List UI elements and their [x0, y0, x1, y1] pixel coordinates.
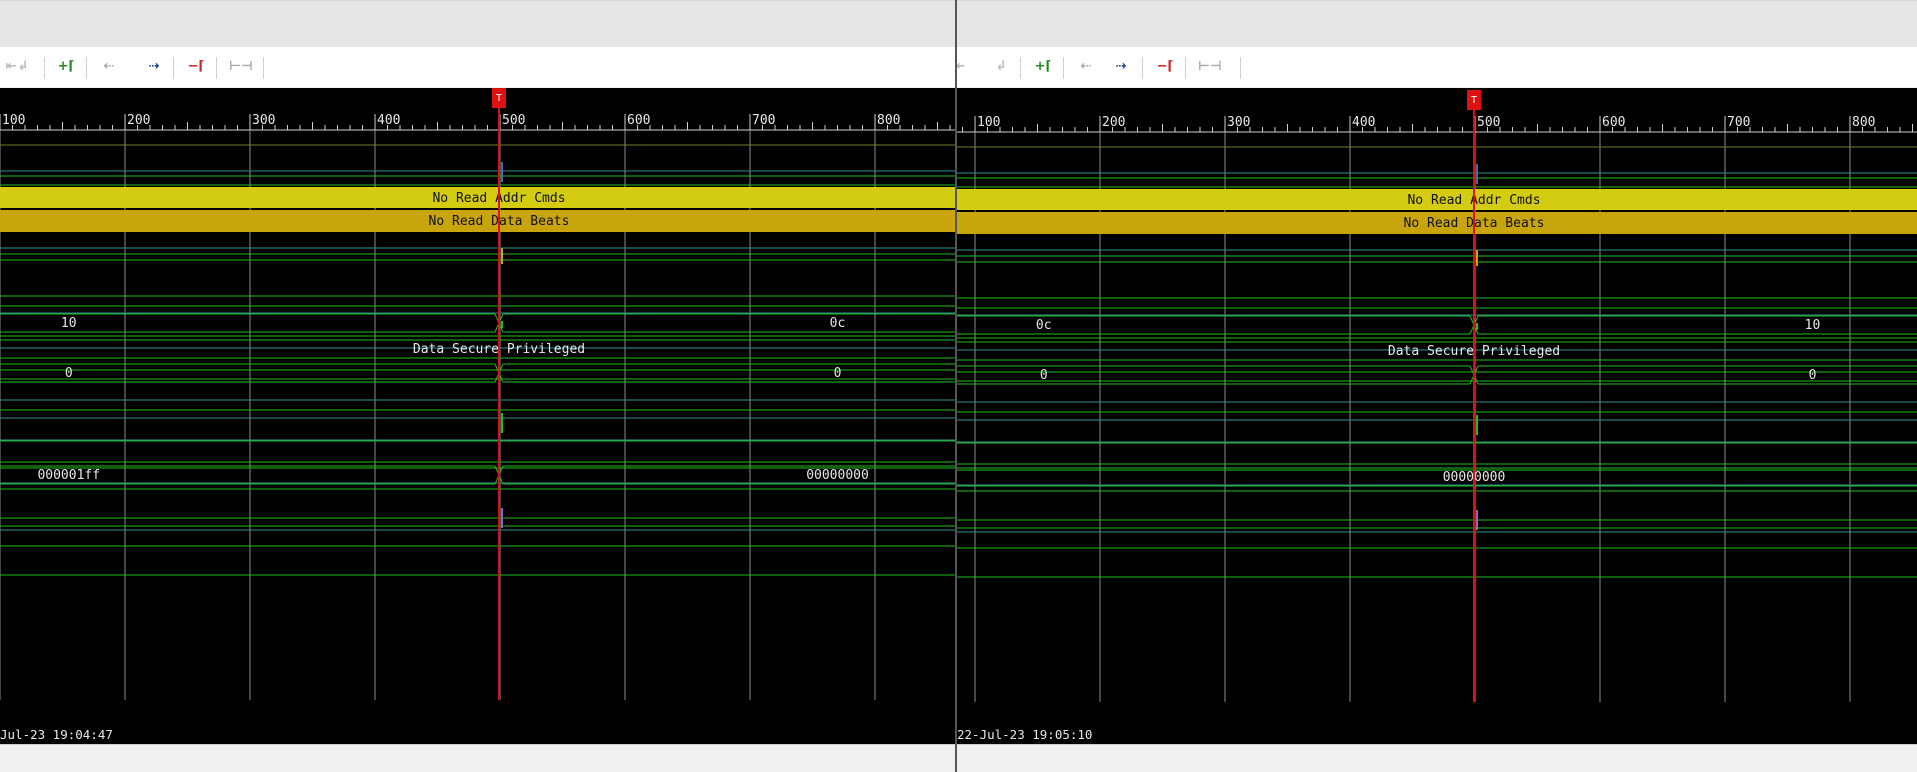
- ruler-label: 700: [1727, 115, 1750, 130]
- cursor-label: T: [496, 93, 502, 104]
- bus-value: 0c: [1036, 318, 1052, 333]
- waveform-canvas[interactable]: 100 200 300 400 500 600 700 800 No Read Addr Cmd…: [957, 88, 1917, 744]
- waveform-canvas[interactable]: 100 200 300 400 500 600 700 800 No Read Addr Cmd…: [0, 88, 955, 744]
- ruler-label: 700: [752, 113, 775, 128]
- toolbar: ⇤ ↲ +⌈ ⇠ ⇢ −⌈ ⊢⊣: [0, 47, 955, 87]
- step-back-icon[interactable]: ⇤: [957, 57, 971, 77]
- waveform-svg: 100 200 300 400 500 600 700 800No Read Addr Cmd…: [957, 90, 1917, 702]
- toolbar: ⇤ ↲ +⌈ ⇠ ⇢ −⌈ ⊢⊣: [957, 47, 1917, 87]
- bus-value: 10: [1805, 318, 1821, 333]
- add-marker-icon[interactable]: +⌈: [55, 57, 77, 77]
- ruler-label: 600: [1602, 115, 1625, 130]
- timestamp: 22-Jul-23 19:05:10: [957, 727, 1093, 742]
- remove-marker-icon[interactable]: −⌈: [185, 57, 207, 77]
- bus-value: 00000000: [806, 468, 869, 483]
- step-edge-icon[interactable]: ↲: [990, 57, 1012, 77]
- status-bar: [0, 744, 955, 772]
- step-edge-icon[interactable]: ↲: [12, 57, 34, 77]
- ruler-label: 800: [877, 113, 900, 128]
- next-edge-icon[interactable]: ⇢: [143, 57, 165, 77]
- ruler-label: 600: [627, 113, 650, 128]
- bus-value: 0: [65, 366, 73, 381]
- waveform-pane-left: ⇤ ↲ +⌈ ⇠ ⇢ −⌈ ⊢⊣ 100 200 300 400 500 600 700 80…: [0, 0, 955, 772]
- bus-value: 0: [1809, 368, 1817, 383]
- ruler-label: 400: [1352, 115, 1375, 130]
- bus-value: 10: [61, 316, 77, 331]
- ruler-label: 200: [127, 113, 150, 128]
- ruler-label: 300: [252, 113, 275, 128]
- title-bar: [0, 0, 955, 48]
- waveform-svg: 100 200 300 400 500 600 700 800No Read Addr Cmd…: [0, 88, 955, 700]
- next-edge-icon[interactable]: ⇢: [1110, 57, 1132, 77]
- bus-value: 000001ff: [37, 468, 100, 483]
- ruler-label: 500: [1477, 115, 1500, 130]
- cursor-label: T: [1471, 95, 1477, 106]
- bus-value: 0: [1040, 368, 1048, 383]
- prev-edge-icon[interactable]: ⇠: [1075, 57, 1097, 77]
- zoom-fit-icon[interactable]: ⊢⊣: [229, 57, 253, 77]
- ruler-label: 500: [502, 113, 525, 128]
- add-marker-icon[interactable]: +⌈: [1032, 57, 1054, 77]
- bus-value: 0c: [830, 316, 846, 331]
- remove-marker-icon[interactable]: −⌈: [1154, 57, 1176, 77]
- ruler-label: 100: [977, 115, 1000, 130]
- ruler-label: 200: [1102, 115, 1125, 130]
- prev-edge-icon[interactable]: ⇠: [98, 57, 120, 77]
- ruler-label: 400: [377, 113, 400, 128]
- ruler-label: 800: [1852, 115, 1875, 130]
- ruler-label: 100: [2, 113, 25, 128]
- title-bar: [957, 0, 1917, 48]
- status-bar: [957, 744, 1917, 772]
- bus-value: 0: [834, 366, 842, 381]
- waveform-pane-right: ⇤ ↲ +⌈ ⇠ ⇢ −⌈ ⊢⊣ 100 200 300 400 500 600 700 80…: [957, 0, 1917, 772]
- ruler-label: 300: [1227, 115, 1250, 130]
- zoom-fit-icon[interactable]: ⊢⊣: [1198, 57, 1222, 77]
- timestamp: Jul-23 19:04:47: [0, 727, 113, 742]
